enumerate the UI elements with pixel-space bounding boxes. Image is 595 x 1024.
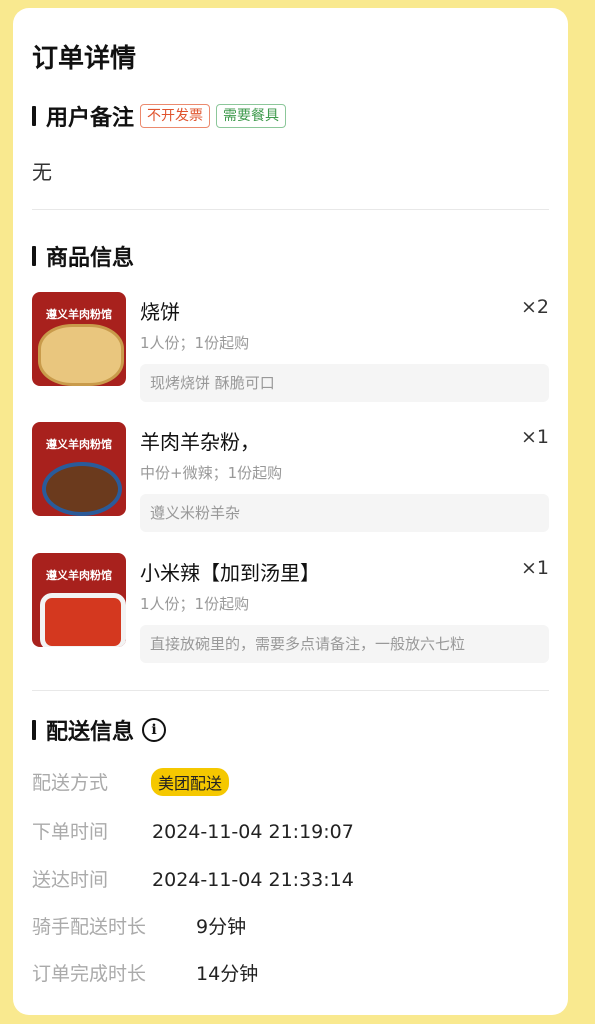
goods-item[interactable]: 遵义羊肉粉馆 羊肉羊杂粉， ×1 中份+微辣；1份起购 遵义米粉羊杂: [32, 422, 549, 534]
product-image: 遵义羊肉粉馆: [32, 422, 126, 516]
delivery-header: 配送信息 i: [32, 714, 167, 746]
need-tableware-tag: 需要餐具: [216, 104, 287, 128]
product-description: 直接放碗里的，需要多点请备注，一般放六七粒: [140, 625, 549, 663]
product-name: 羊肉羊杂粉，: [140, 430, 260, 454]
row-label: 下单时间: [32, 821, 109, 843]
product-image: 遵义羊肉粉馆: [32, 553, 126, 647]
product-name: 小米辣【加到汤里】: [140, 561, 320, 585]
delivery-method-row: 配送方式 美团配送: [32, 768, 230, 796]
arrival-time-value: 2024-11-04 21:33:14: [152, 869, 354, 891]
product-description: 现烤烧饼 酥脆可口: [140, 364, 549, 402]
product-spec: 1人份；1份起购: [140, 595, 250, 613]
arrival-time-row: 送达时间 2024-11-04 21:33:14: [32, 865, 354, 892]
row-label: 配送方式: [32, 772, 109, 794]
product-spec: 1人份；1份起购: [140, 334, 250, 352]
product-quantity: ×2: [520, 296, 549, 318]
product-image-brand: 遵义羊肉粉馆: [46, 438, 112, 451]
product-quantity: ×1: [520, 557, 549, 579]
divider: [32, 209, 549, 210]
rider-duration-row: 骑手配送时长 9分钟: [32, 912, 246, 939]
order-time-value: 2024-11-04 21:19:07: [152, 821, 354, 843]
row-label: 骑手配送时长: [32, 916, 147, 938]
product-image-brand: 遵义羊肉粉馆: [46, 569, 112, 582]
section-bar: [32, 720, 36, 740]
rider-duration-value: 9分钟: [196, 916, 247, 938]
completion-duration-value: 14分钟: [196, 963, 259, 985]
delivery-method-badge: 美团配送: [151, 768, 230, 796]
goods-title: 商品信息: [46, 246, 135, 271]
goods-item[interactable]: 遵义羊肉粉馆 烧饼 ×2 1人份；1份起购 现烤烧饼 酥脆可口: [32, 292, 549, 404]
user-remark-title: 用户备注: [46, 106, 135, 131]
page-title: 订单详情: [32, 44, 137, 74]
row-label: 订单完成时长: [32, 963, 147, 985]
product-description: 遵义米粉羊杂: [140, 494, 549, 532]
section-bar: [32, 246, 36, 266]
product-image: 遵义羊肉粉馆: [32, 292, 126, 386]
completion-duration-row: 订单完成时长 14分钟: [32, 959, 258, 986]
goods-header: 商品信息: [32, 240, 134, 272]
order-time-row: 下单时间 2024-11-04 21:19:07: [32, 817, 354, 844]
product-spec: 中份+微辣；1份起购: [140, 464, 283, 482]
divider: [32, 690, 549, 691]
goods-item[interactable]: 遵义羊肉粉馆 小米辣【加到汤里】 ×1 1人份；1份起购 直接放碗里的，需要多点…: [32, 553, 549, 665]
product-quantity: ×1: [520, 426, 549, 448]
order-detail-card: 订单详情 用户备注 不开发票 需要餐具 无 商品信息 遵义羊肉粉馆 烧饼 ×2 …: [13, 8, 568, 1015]
row-label: 送达时间: [32, 869, 109, 891]
section-bar: [32, 106, 36, 126]
product-name: 烧饼: [140, 300, 180, 324]
no-invoice-tag: 不开发票: [140, 104, 211, 128]
info-icon[interactable]: i: [142, 718, 167, 742]
user-remark-content: 无: [32, 160, 52, 184]
product-image-brand: 遵义羊肉粉馆: [46, 308, 112, 321]
user-remark-header: 用户备注 不开发票 需要餐具: [32, 100, 287, 132]
delivery-title: 配送信息: [46, 720, 135, 745]
